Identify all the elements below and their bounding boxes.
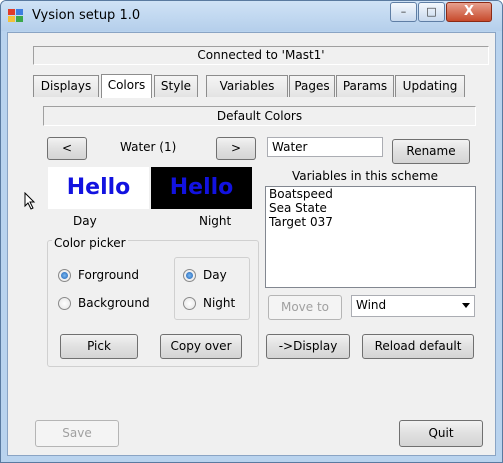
close-button[interactable]: X [446,2,492,22]
tab-updating[interactable]: Updating [395,75,465,97]
mouse-cursor-icon [24,192,36,210]
to-display-button[interactable]: ->Display [266,334,350,359]
tab-pages[interactable]: Pages [289,75,335,97]
color-picker-title: Color picker [52,236,128,250]
night-radio[interactable] [183,297,196,310]
variables-list[interactable]: Boatspeed Sea State Target 037 [265,186,476,288]
maximize-button[interactable]: □ [418,2,445,22]
day-preview: Hello [48,167,149,209]
tab-variables[interactable]: Variables [206,75,288,97]
background-label[interactable]: Background [78,296,150,310]
foreground-label[interactable]: Forground [78,268,139,282]
day-label: Day [73,214,97,228]
minimize-button[interactable]: – [390,2,417,22]
connection-status: Connected to 'Mast1' [33,46,489,65]
tab-displays[interactable]: Displays [33,75,99,97]
quit-button[interactable]: Quit [399,420,483,447]
move-to-button[interactable]: Move to [268,295,342,320]
save-button[interactable]: Save [35,420,119,447]
move-target-value: Wind [356,298,387,312]
window-title: Vysion setup 1.0 [32,8,141,23]
tab-params[interactable]: Params [336,75,394,97]
list-item[interactable]: Boatspeed [266,187,475,201]
next-scheme-button[interactable]: > [216,137,256,160]
list-item[interactable]: Target 037 [266,215,475,229]
chevron-down-icon [462,303,470,308]
tab-style[interactable]: Style [154,75,198,97]
day-night-group [174,257,250,320]
scheme-name-field[interactable]: Water [267,137,383,157]
night-preview: Hello [151,167,252,209]
move-target-select[interactable]: Wind [351,295,475,317]
variables-title: Variables in this scheme [292,169,439,183]
foreground-radio[interactable] [58,269,71,282]
rename-button[interactable]: Rename [392,139,470,164]
night-label: Night [199,214,232,228]
day-radio-label[interactable]: Day [203,268,227,282]
copy-over-button[interactable]: Copy over [160,334,242,359]
scheme-label: Water (1) [120,140,177,154]
list-item[interactable]: Sea State [266,201,475,215]
night-radio-label[interactable]: Night [203,296,235,310]
app-icon [8,9,24,23]
pick-button[interactable]: Pick [60,334,138,359]
prev-scheme-button[interactable]: < [47,137,87,160]
reload-default-button[interactable]: Reload default [362,334,474,359]
section-title: Default Colors [43,106,476,126]
tab-colors[interactable]: Colors [101,74,152,98]
background-radio[interactable] [58,297,71,310]
day-radio[interactable] [183,269,196,282]
